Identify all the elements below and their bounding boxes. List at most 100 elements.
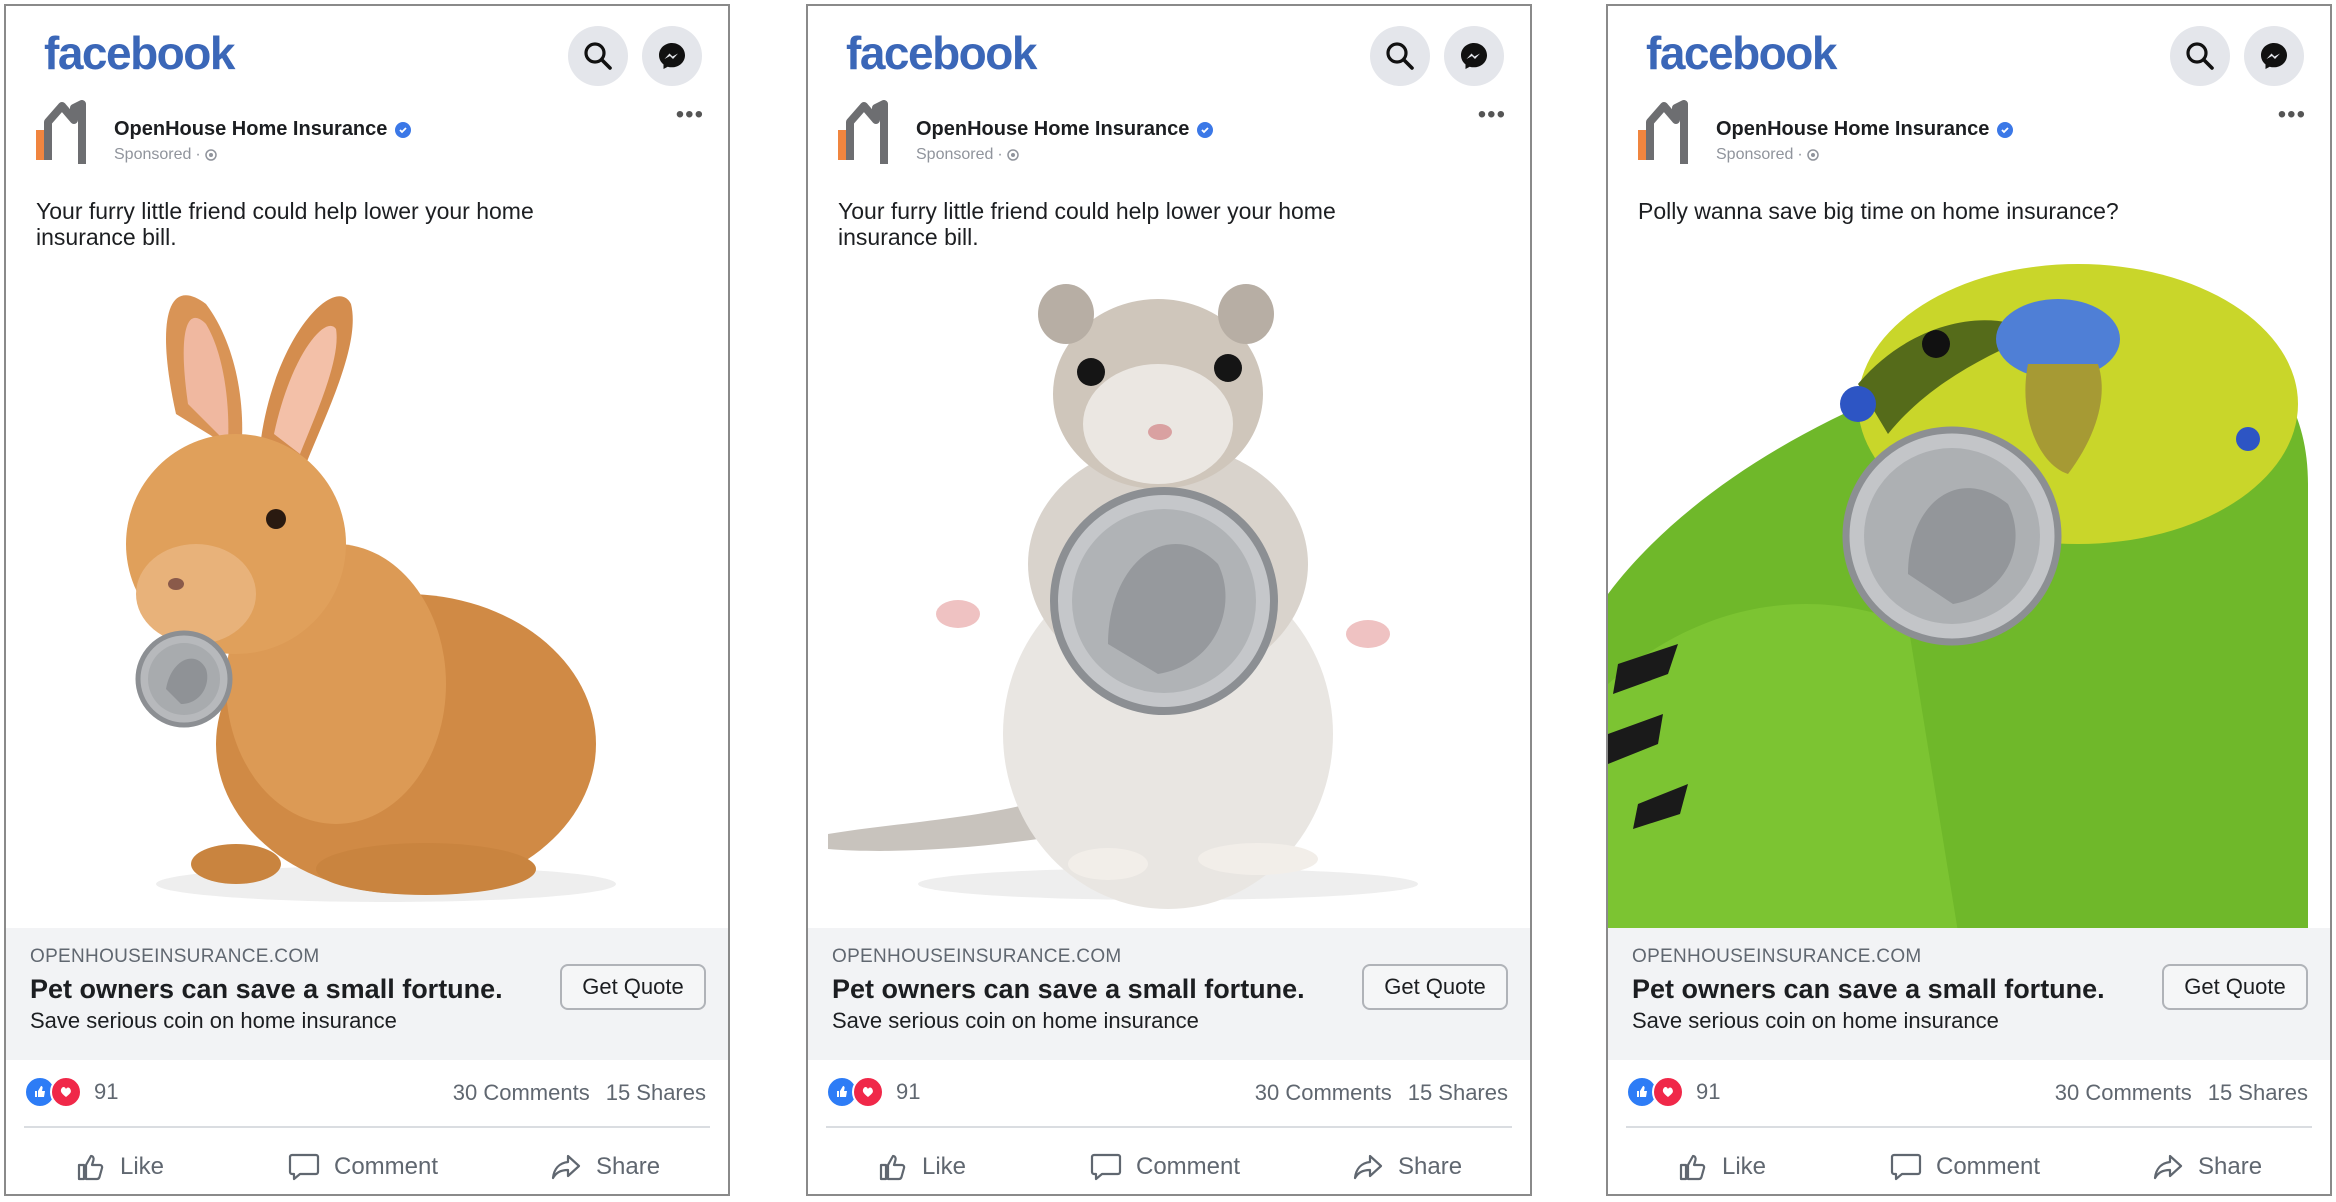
globe-icon bbox=[1806, 149, 1819, 161]
thumbs-up-icon bbox=[879, 1154, 906, 1181]
like-label: Like bbox=[120, 1153, 165, 1180]
share-arrow-icon bbox=[1353, 1154, 1383, 1180]
comment-button[interactable]: Comment bbox=[1090, 1142, 1240, 1192]
ad-card-rabbit: facebook OpenHouse Home Insurance Sponso… bbox=[4, 4, 730, 1196]
house-logo-icon bbox=[838, 100, 888, 164]
comments-count[interactable]: 30 Comments bbox=[2055, 1080, 2192, 1106]
link-domain: OPENHOUSEINSURANCE.COM bbox=[832, 946, 1122, 967]
love-reaction-icon bbox=[50, 1076, 82, 1108]
link-headline: Pet owners can save a small fortune. bbox=[1632, 974, 2105, 1004]
share-arrow-icon bbox=[2153, 1154, 2183, 1180]
engagement-counts: 30 Comments 15 Shares bbox=[2055, 1080, 2308, 1106]
divider bbox=[1626, 1126, 2312, 1128]
ad-card-parakeet: facebook OpenHouse Home Insurance Sponso… bbox=[1606, 4, 2332, 1196]
comment-bubble-icon bbox=[1890, 1153, 1922, 1181]
more-options-icon[interactable]: ••• bbox=[1478, 103, 1506, 127]
messenger-icon bbox=[2261, 43, 2287, 69]
sponsored-label: Sponsored · bbox=[114, 146, 217, 164]
page-avatar[interactable] bbox=[1634, 100, 1704, 166]
facebook-logo[interactable]: facebook bbox=[846, 26, 1037, 80]
get-quote-button[interactable]: Get Quote bbox=[560, 964, 706, 1010]
get-quote-button[interactable]: Get Quote bbox=[2162, 964, 2308, 1010]
comment-button[interactable]: Comment bbox=[288, 1142, 438, 1192]
love-reaction-icon bbox=[1652, 1076, 1684, 1108]
search-icon bbox=[2186, 42, 2214, 70]
reaction-count: 91 bbox=[896, 1079, 921, 1104]
page-avatar[interactable] bbox=[32, 100, 102, 166]
messenger-icon bbox=[659, 43, 685, 69]
search-button[interactable] bbox=[1370, 26, 1430, 86]
ad-image-parakeet[interactable] bbox=[1608, 264, 2330, 932]
globe-icon bbox=[204, 149, 217, 161]
shares-count[interactable]: 15 Shares bbox=[2208, 1080, 2308, 1106]
page-name[interactable]: OpenHouse Home Insurance bbox=[114, 118, 412, 141]
shares-count[interactable]: 15 Shares bbox=[606, 1080, 706, 1106]
reactions-summary[interactable]: 91 bbox=[1626, 1076, 1720, 1108]
divider bbox=[24, 1126, 710, 1128]
comment-button[interactable]: Comment bbox=[1890, 1142, 2040, 1192]
messenger-button[interactable] bbox=[2244, 26, 2304, 86]
link-preview[interactable]: OPENHOUSEINSURANCE.COM Pet owners can sa… bbox=[808, 928, 1530, 1060]
search-icon bbox=[584, 42, 612, 70]
get-quote-button[interactable]: Get Quote bbox=[1362, 964, 1508, 1010]
share-button[interactable]: Share bbox=[1352, 1142, 1462, 1192]
shares-count[interactable]: 15 Shares bbox=[1408, 1080, 1508, 1106]
share-label: Share bbox=[2198, 1153, 2263, 1180]
link-headline: Pet owners can save a small fortune. bbox=[30, 974, 503, 1004]
reactions-summary[interactable]: 91 bbox=[24, 1076, 118, 1108]
post-text: Polly wanna save big time on home insura… bbox=[1638, 198, 2119, 224]
page-avatar[interactable] bbox=[834, 100, 904, 166]
more-options-icon[interactable]: ••• bbox=[676, 103, 704, 127]
post-text: Your furry little friend could help lowe… bbox=[838, 198, 1336, 250]
reactions-summary[interactable]: 91 bbox=[826, 1076, 920, 1108]
like-button[interactable]: Like bbox=[76, 1142, 164, 1192]
search-button[interactable] bbox=[568, 26, 628, 86]
link-domain: OPENHOUSEINSURANCE.COM bbox=[30, 946, 320, 967]
link-preview[interactable]: OPENHOUSEINSURANCE.COM Pet owners can sa… bbox=[6, 928, 728, 1060]
link-preview[interactable]: OPENHOUSEINSURANCE.COM Pet owners can sa… bbox=[1608, 928, 2330, 1060]
like-label: Like bbox=[922, 1153, 967, 1180]
love-reaction-icon bbox=[852, 1076, 884, 1108]
reaction-count: 91 bbox=[94, 1079, 119, 1104]
share-arrow-icon bbox=[551, 1154, 581, 1180]
comment-label: Comment bbox=[1136, 1153, 1241, 1180]
ad-image-hamster[interactable] bbox=[808, 264, 1530, 932]
search-button[interactable] bbox=[2170, 26, 2230, 86]
divider bbox=[826, 1126, 1512, 1128]
link-description: Save serious coin on home insurance bbox=[832, 1008, 1199, 1033]
comments-count[interactable]: 30 Comments bbox=[453, 1080, 590, 1106]
share-button[interactable]: Share bbox=[550, 1142, 660, 1192]
messenger-button[interactable] bbox=[642, 26, 702, 86]
like-label: Like bbox=[1722, 1153, 1767, 1180]
search-icon bbox=[1386, 42, 1414, 70]
like-button[interactable]: Like bbox=[878, 1142, 966, 1192]
share-button[interactable]: Share bbox=[2152, 1142, 2262, 1192]
messenger-icon bbox=[1461, 43, 1487, 69]
page-name[interactable]: OpenHouse Home Insurance bbox=[916, 118, 1214, 141]
comments-count[interactable]: 30 Comments bbox=[1255, 1080, 1392, 1106]
link-headline: Pet owners can save a small fortune. bbox=[832, 974, 1305, 1004]
verified-badge-icon bbox=[1997, 121, 2014, 138]
comment-label: Comment bbox=[334, 1153, 439, 1180]
house-logo-icon bbox=[1638, 100, 1688, 164]
ad-image-rabbit[interactable] bbox=[6, 264, 728, 932]
engagement-counts: 30 Comments 15 Shares bbox=[1255, 1080, 1508, 1106]
link-description: Save serious coin on home insurance bbox=[1632, 1008, 1999, 1033]
messenger-button[interactable] bbox=[1444, 26, 1504, 86]
link-domain: OPENHOUSEINSURANCE.COM bbox=[1632, 946, 1922, 967]
ad-card-hamster: facebook OpenHouse Home Insurance Sponso… bbox=[806, 4, 1532, 1196]
verified-badge-icon bbox=[395, 121, 412, 138]
comment-bubble-icon bbox=[288, 1153, 320, 1181]
action-bar: Like Comment Share bbox=[6, 1142, 728, 1192]
like-button[interactable]: Like bbox=[1678, 1142, 1766, 1192]
facebook-logo[interactable]: facebook bbox=[44, 26, 235, 80]
action-bar: Like Comment Share bbox=[808, 1142, 1530, 1192]
facebook-logo[interactable]: facebook bbox=[1646, 26, 1837, 80]
reaction-count: 91 bbox=[1696, 1079, 1721, 1104]
link-description: Save serious coin on home insurance bbox=[30, 1008, 397, 1033]
post-text: Your furry little friend could help lowe… bbox=[36, 198, 534, 250]
engagement-counts: 30 Comments 15 Shares bbox=[453, 1080, 706, 1106]
page-name[interactable]: OpenHouse Home Insurance bbox=[1716, 118, 2014, 141]
comment-label: Comment bbox=[1936, 1153, 2041, 1180]
more-options-icon[interactable]: ••• bbox=[2278, 103, 2306, 127]
